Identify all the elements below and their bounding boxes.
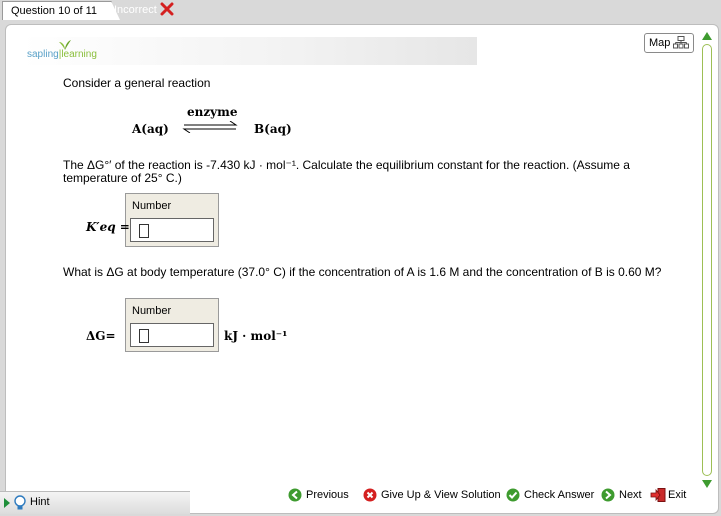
map-icon [673,36,689,49]
answer-box-1-label: Number [132,200,172,212]
previous-label: Previous [306,489,349,501]
delta-g-label: ΔG= [86,329,116,343]
hint-bulb-icon [14,495,26,510]
answer-box-2: Number [125,298,219,352]
question-panel: sapling|learning Map Consider a general … [5,24,719,514]
hint-label: Hint [30,496,50,508]
check-icon [506,488,520,502]
keq-label: K′eq = [86,220,130,234]
answer-box-1: Number [125,193,219,247]
next-icon [601,488,615,502]
brand-logo: sapling|learning [22,37,477,65]
tab-status: Incorrect [114,4,157,16]
scroll-down-icon[interactable] [700,477,714,491]
brand-text: sapling|learning [27,49,97,60]
exit-label: Exit [668,489,687,501]
map-label: Map [649,37,671,49]
tab-bar: Question 10 of 11 Incorrect [0,0,721,20]
next-label: Next [619,489,642,501]
question-prompt-1: The ΔG°′ of the reaction is -7.430 kJ · … [63,158,630,185]
scrollbar[interactable] [700,29,714,491]
delta-g-input[interactable] [130,323,214,347]
answer-box-2-label: Number [132,305,172,317]
keq-input[interactable] [130,218,214,242]
equilibrium-arrow-icon [182,121,238,133]
reaction-equation: enzyme A(aq) B(aq) [132,105,312,145]
hint-arrow-icon [4,498,10,508]
tab-question[interactable]: Question 10 of 11 [2,1,121,20]
give-up-label: Give Up & View Solution [381,489,501,501]
reaction-catalyst: enzyme [187,105,238,119]
x-icon [160,2,174,16]
map-button[interactable]: Map [644,33,694,53]
hint-button[interactable]: Hint [0,491,190,514]
reaction-reactant: A(aq) [132,122,169,136]
delta-g-unit: kJ · mol⁻¹ [224,329,288,343]
previous-icon [288,488,302,502]
reaction-product: B(aq) [254,122,292,136]
check-answer-label: Check Answer [524,489,595,501]
scroll-up-icon[interactable] [700,29,714,43]
give-up-icon [363,488,377,502]
scroll-track[interactable] [702,44,712,476]
question-intro: Consider a general reaction [63,76,211,90]
question-prompt-2: What is ΔG at body temperature (37.0° C)… [63,265,662,279]
exit-icon [650,488,666,502]
